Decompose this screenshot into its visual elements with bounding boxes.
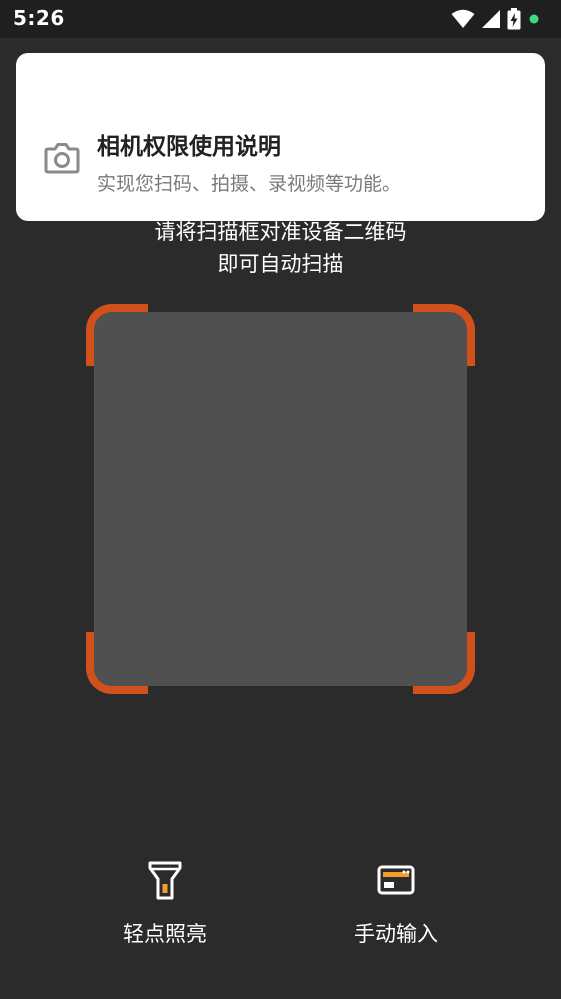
status-icons	[451, 7, 541, 31]
permission-description: 实现您扫码、拍摄、录视频等功能。	[97, 173, 402, 195]
camera-icon	[44, 143, 80, 174]
status-time: 5:26	[13, 6, 65, 30]
scan-frame	[86, 304, 475, 694]
flashlight-icon	[148, 861, 182, 900]
manual-input-button[interactable]: 手动输入	[306, 852, 486, 952]
status-bar: 5:26	[0, 0, 561, 38]
flashlight-label: 轻点照亮	[123, 922, 207, 946]
scan-corner-bottom-right	[413, 632, 475, 694]
card-input-icon	[377, 865, 415, 895]
battery-charging-icon	[507, 8, 521, 30]
notification-dot-icon	[529, 14, 539, 24]
manual-input-label: 手动输入	[354, 922, 438, 946]
camera-preview	[94, 312, 467, 686]
wifi-icon	[451, 9, 475, 28]
scan-corner-bottom-left	[86, 632, 148, 694]
scan-screen: 5:26 请将扫描框对准设备二维码 即可自动扫描 相机权限使用说明 实现您扫码、…	[0, 0, 561, 999]
scan-corner-top-left	[86, 304, 148, 366]
scan-instruction-line2: 即可自动扫描	[217, 252, 344, 276]
camera-permission-card: 相机权限使用说明 实现您扫码、拍摄、录视频等功能。	[16, 53, 545, 221]
signal-icon	[482, 10, 500, 28]
scan-corner-top-right	[413, 304, 475, 366]
flashlight-button[interactable]: 轻点照亮	[75, 852, 255, 952]
permission-title: 相机权限使用说明	[97, 134, 281, 160]
